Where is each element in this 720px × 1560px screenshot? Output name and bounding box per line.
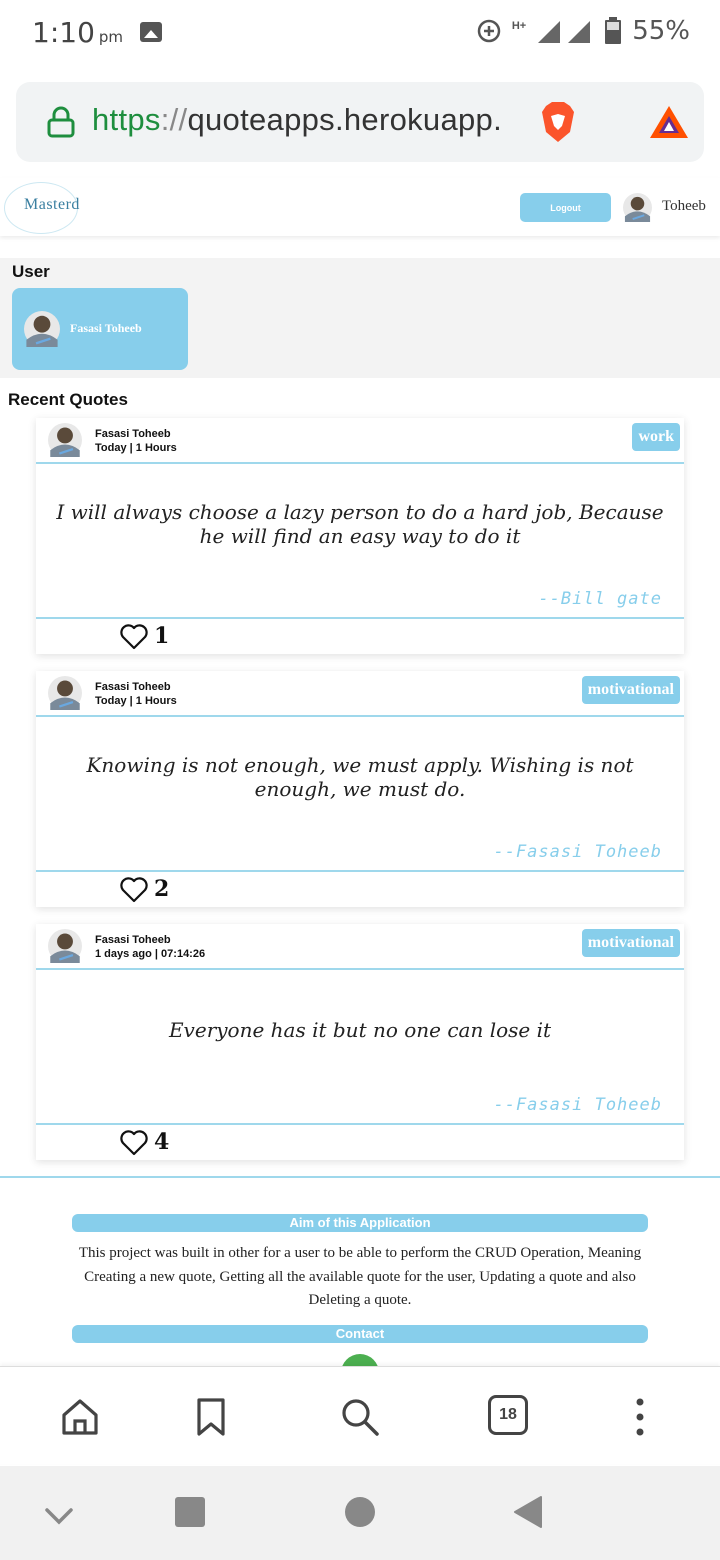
url-scheme: https xyxy=(92,102,161,137)
data-saver-icon xyxy=(477,19,501,43)
logo-text[interactable]: Masterd xyxy=(24,196,80,214)
user-card[interactable]: Fasasi Toheeb xyxy=(12,288,188,370)
aim-heading: Aim of this Application xyxy=(72,1214,648,1232)
browser-bottom-nav: 18 xyxy=(0,1366,720,1464)
like-count: 4 xyxy=(154,1129,170,1155)
home-circle-icon[interactable] xyxy=(345,1497,375,1527)
quote-card-footer: 2 xyxy=(36,870,684,907)
quote-tag[interactable]: motivational xyxy=(581,929,680,957)
user-section: User Fasasi Toheeb xyxy=(0,258,720,378)
quote-card-footer: 1 xyxy=(36,617,684,654)
url-text[interactable]: https://quoteapps.herokuapp. xyxy=(92,102,502,138)
status-time: 1:10 pm xyxy=(32,16,123,49)
url-host: quoteapps.herokuapp. xyxy=(187,102,503,137)
bookmark-icon[interactable] xyxy=(196,1397,226,1437)
heart-icon[interactable] xyxy=(120,877,148,903)
tabs-icon[interactable]: 18 xyxy=(488,1395,528,1435)
quote-card: Fasasi Toheeb Today | 1 Hours work I wil… xyxy=(36,418,684,654)
brave-icon[interactable] xyxy=(540,102,576,142)
quote-text: Knowing is not enough, we must apply. Wi… xyxy=(86,753,634,801)
quote-text: I will always choose a lazy person to do… xyxy=(56,500,664,548)
search-icon[interactable] xyxy=(340,1397,380,1437)
status-right: H+ 55% xyxy=(476,16,690,46)
header-user-name[interactable]: Toheeb xyxy=(662,198,706,215)
user-card-name: Fasasi Toheeb xyxy=(70,321,142,335)
image-icon xyxy=(140,22,162,42)
like-count: 1 xyxy=(154,623,170,649)
bat-icon[interactable] xyxy=(648,104,690,140)
footer-divider xyxy=(0,1176,720,1178)
like-count: 2 xyxy=(154,876,170,902)
app-header: Masterd Logout Toheeb xyxy=(0,178,720,236)
url-separator: :// xyxy=(160,102,188,137)
quote-time: Today | 1 Hours xyxy=(95,442,177,454)
heart-icon[interactable] xyxy=(120,624,148,650)
quote-author-name: Fasasi Toheeb xyxy=(95,428,171,440)
quote-card: Fasasi Toheeb Today | 1 Hours motivation… xyxy=(36,671,684,907)
quote-attribution: --Fasasi Toheeb xyxy=(493,842,662,862)
avatar xyxy=(48,676,82,710)
avatar[interactable] xyxy=(623,193,652,222)
quote-card-footer: 4 xyxy=(36,1123,684,1160)
lock-icon[interactable] xyxy=(46,106,76,138)
quote-card-header: Fasasi Toheeb 1 days ago | 07:14:26 moti… xyxy=(36,924,684,970)
status-bar: 1:10 pm H+ 55% xyxy=(0,0,720,68)
contact-heading: Contact xyxy=(72,1325,648,1343)
back-icon[interactable] xyxy=(513,1495,543,1529)
battery-icon xyxy=(605,17,622,44)
quote-card-header: Fasasi Toheeb Today | 1 Hours work xyxy=(36,418,684,464)
user-heading: User xyxy=(12,262,50,281)
more-icon[interactable] xyxy=(634,1397,646,1437)
quote-tag[interactable]: work xyxy=(632,423,680,451)
logout-button[interactable]: Logout xyxy=(520,193,611,222)
quote-time: Today | 1 Hours xyxy=(95,695,177,707)
status-ampm: pm xyxy=(98,28,124,46)
signal-icon xyxy=(538,21,591,43)
collapse-icon[interactable] xyxy=(44,1506,74,1526)
quote-card: Fasasi Toheeb 1 days ago | 07:14:26 moti… xyxy=(36,924,684,1160)
status-time-value: 1:10 xyxy=(32,16,95,49)
quote-author-name: Fasasi Toheeb xyxy=(95,681,171,693)
quote-text: Everyone has it but no one can lose it xyxy=(168,1018,552,1042)
quote-tag[interactable]: motivational xyxy=(581,676,680,704)
quote-author-name: Fasasi Toheeb xyxy=(95,934,171,946)
url-bar[interactable]: https://quoteapps.herokuapp. xyxy=(16,82,704,162)
network-type: H+ xyxy=(511,20,527,32)
quote-time: 1 days ago | 07:14:26 xyxy=(95,948,206,960)
recents-icon[interactable] xyxy=(175,1497,205,1527)
avatar xyxy=(48,423,82,457)
quote-card-header: Fasasi Toheeb Today | 1 Hours motivation… xyxy=(36,671,684,717)
recent-quotes-heading: Recent Quotes xyxy=(8,390,128,409)
system-nav-bar xyxy=(0,1466,720,1560)
heart-icon[interactable] xyxy=(120,1130,148,1156)
home-icon[interactable] xyxy=(60,1397,100,1437)
battery-percent: 55% xyxy=(632,16,690,46)
avatar xyxy=(48,929,82,963)
aim-text: This project was built in other for a us… xyxy=(78,1245,642,1308)
quote-attribution: --Bill gate xyxy=(538,589,662,609)
avatar xyxy=(24,311,60,347)
quote-attribution: --Fasasi Toheeb xyxy=(493,1095,662,1115)
